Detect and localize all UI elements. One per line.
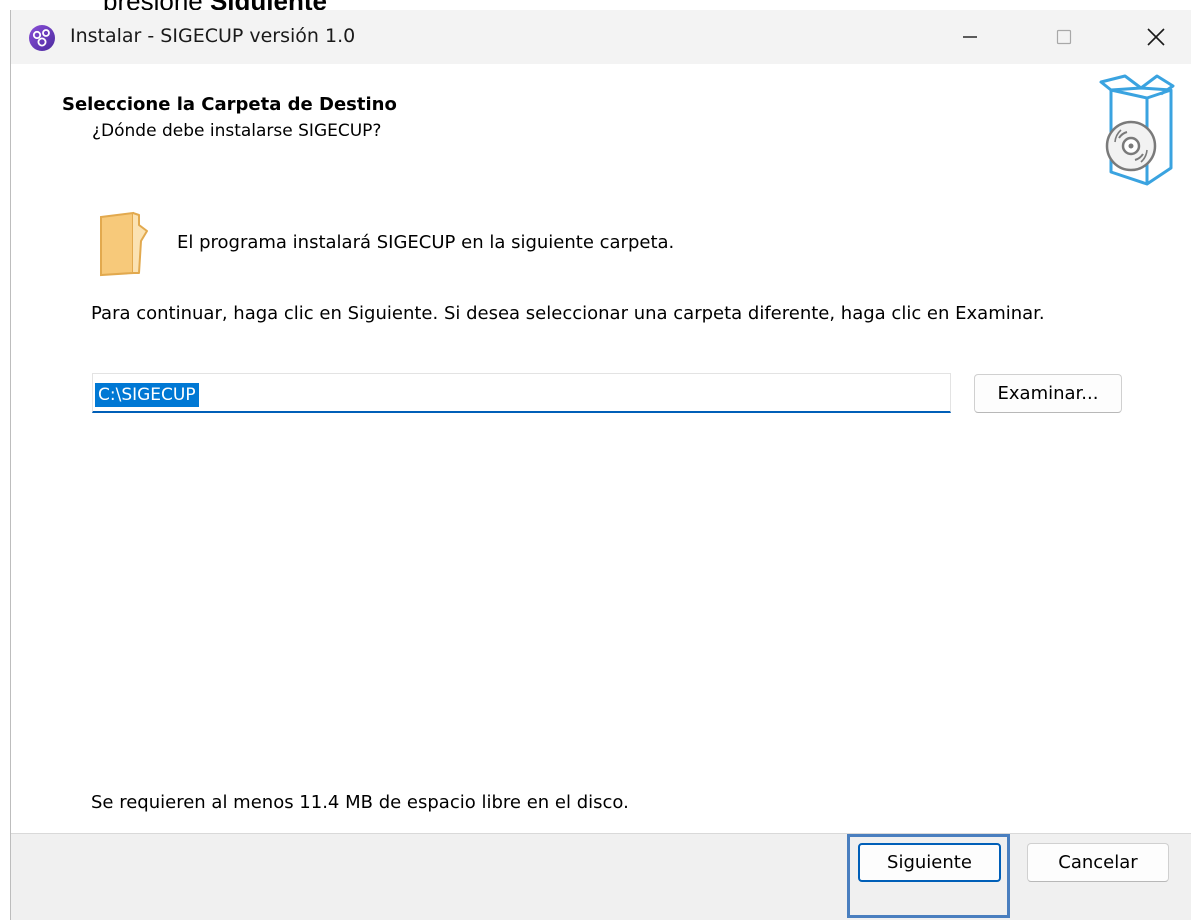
- maximize-button[interactable]: [1019, 10, 1109, 64]
- software-box-cd-icon: [1099, 74, 1175, 186]
- instructions-text: Para continuar, haga clic en Siguiente. …: [91, 303, 1045, 324]
- minimize-button[interactable]: [925, 10, 1015, 64]
- browse-button[interactable]: Examinar...: [974, 374, 1122, 413]
- destination-path-input[interactable]: [92, 373, 951, 413]
- installer-app-icon: [29, 25, 55, 51]
- window-title: Instalar - SIGECUP versión 1.0: [70, 25, 356, 47]
- install-location-text: El programa instalará SIGECUP en la sigu…: [177, 232, 675, 253]
- close-icon: [1147, 28, 1165, 46]
- wizard-header: Seleccione la Carpeta de Destino ¿Dónde …: [11, 64, 1191, 190]
- installer-window: Instalar - SIGECUP versión 1.0 Seleccion…: [10, 10, 1191, 920]
- page-subtitle: ¿Dónde debe instalarse SIGECUP?: [92, 121, 382, 141]
- wizard-footer: [11, 833, 1191, 920]
- destination-path-value[interactable]: C:\SIGECUP: [95, 383, 199, 407]
- page-title: Seleccione la Carpeta de Destino: [62, 94, 397, 115]
- minimize-icon: [963, 36, 977, 38]
- close-button[interactable]: [1111, 10, 1191, 64]
- disk-space-text: Se requieren al menos 11.4 MB de espacio…: [91, 792, 629, 813]
- cancel-button[interactable]: Cancelar: [1027, 843, 1169, 882]
- maximize-icon: [1056, 29, 1072, 45]
- title-bar[interactable]: Instalar - SIGECUP versión 1.0: [11, 10, 1191, 64]
- next-button[interactable]: Siguiente: [858, 843, 1001, 882]
- folder-icon: [100, 211, 148, 277]
